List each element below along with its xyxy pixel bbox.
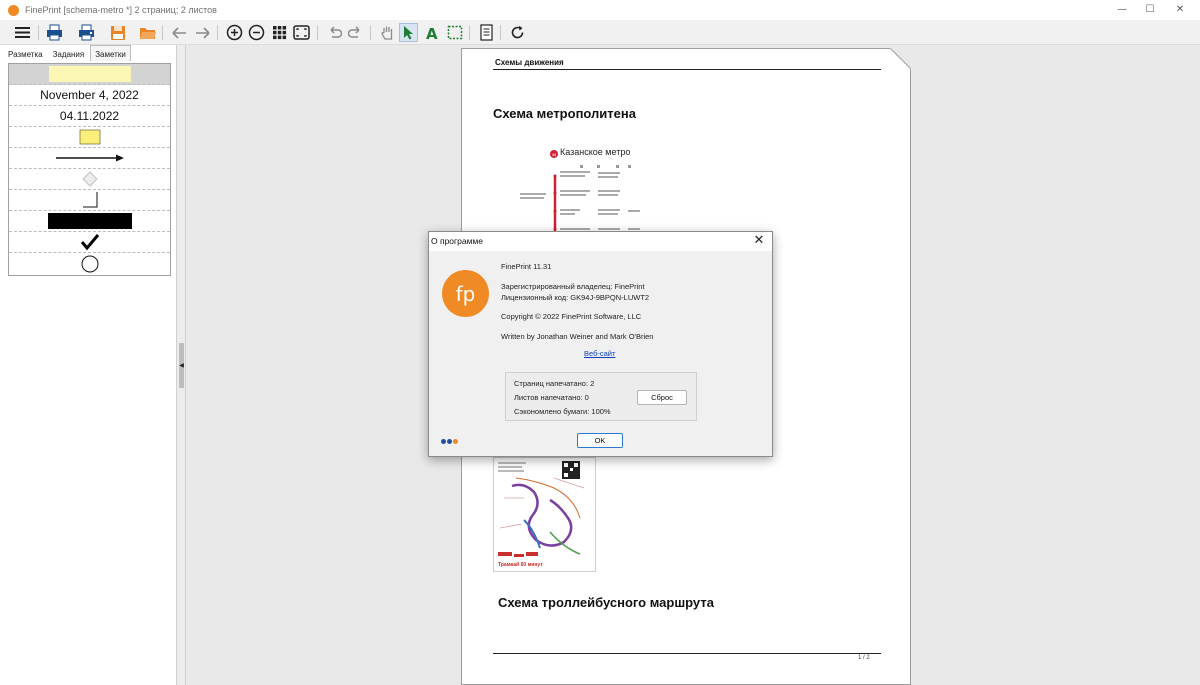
notes-list: November 4, 2022 04.11.2022	[8, 63, 171, 276]
marquee-select-icon[interactable]	[445, 23, 464, 42]
header-rule	[493, 69, 881, 70]
registered-owner: Зарегистрированный владелец: FinePrint	[501, 282, 645, 291]
fineprint-logo: fp	[442, 270, 489, 317]
toolbar-divider	[469, 25, 470, 40]
page-fold-icon	[890, 48, 911, 69]
pages-printed: Страниц напечатано: 2	[514, 379, 595, 388]
app-icon	[8, 4, 19, 16]
window-title: FinePrint [schema-metro *] 2 страниц; 2 …	[25, 5, 217, 15]
toolbar-divider	[38, 25, 39, 40]
fineprint-window: FinePrint [schema-metro *] 2 страниц; 2 …	[0, 0, 1200, 685]
website-link[interactable]: Веб-сайт	[584, 349, 615, 358]
fax-print-icon[interactable]	[77, 23, 96, 42]
print-icon[interactable]	[45, 23, 64, 42]
loading-dots	[441, 439, 459, 444]
dialog-close-icon[interactable]: ✕	[751, 233, 767, 249]
open-folder-icon[interactable]	[138, 23, 157, 42]
panel-tabs: Разметка Задания Заметки	[4, 45, 133, 63]
toolbar: A	[0, 20, 1200, 45]
zoom-in-icon[interactable]	[225, 23, 244, 42]
hand-tool-icon[interactable]	[378, 23, 397, 42]
arrow-stamp-icon	[55, 154, 124, 162]
undo-icon[interactable]	[325, 23, 344, 42]
list-item[interactable]	[9, 127, 170, 148]
forward-arrow-icon[interactable]	[193, 23, 212, 42]
diamond-icon	[81, 171, 98, 187]
reset-button[interactable]: Сброс	[637, 390, 687, 405]
list-item[interactable]	[9, 190, 170, 211]
dialog-title: О программе	[431, 236, 484, 246]
about-dialog: О программе ✕ fp FinePrint 11.31 Зарегис…	[428, 231, 773, 457]
fit-page-icon[interactable]	[292, 23, 311, 42]
grid-view-icon[interactable]	[270, 23, 289, 42]
list-item[interactable]: November 4, 2022	[9, 85, 170, 106]
toolbar-divider	[370, 25, 371, 40]
redaction-bar	[47, 213, 132, 229]
list-item[interactable]	[9, 64, 170, 85]
metro-map-title: Казанское метро	[560, 147, 631, 157]
redo-icon[interactable]	[346, 23, 365, 42]
select-arrow-icon[interactable]	[399, 23, 418, 42]
ok-button[interactable]: OK	[577, 433, 623, 448]
trolley-heading: Схема троллейбусного маршрута	[498, 595, 714, 610]
zoom-out-icon[interactable]	[247, 23, 266, 42]
svg-text:м: м	[552, 153, 556, 159]
tab-jobs[interactable]: Задания	[49, 47, 89, 61]
page-setup-icon[interactable]	[477, 23, 496, 42]
toolbar-divider	[500, 25, 501, 40]
license-code: Лицензионный код: GK94J-9BPQN-LUWT2	[501, 293, 650, 302]
list-item[interactable]	[9, 148, 170, 169]
list-item[interactable]	[9, 211, 170, 232]
text-tool-icon[interactable]: A	[422, 23, 441, 42]
minimize-button[interactable]: —	[1114, 2, 1130, 18]
left-panel: Разметка Задания Заметки November 4, 202…	[0, 45, 176, 685]
refresh-icon[interactable]	[508, 23, 527, 42]
dot-icon	[447, 439, 452, 444]
panel-splitter[interactable]: ◀	[176, 45, 186, 685]
close-button[interactable]: ✕	[1172, 2, 1188, 18]
dot-icon	[453, 439, 458, 444]
tram-map-caption: Трамвай 60 минут	[498, 562, 543, 568]
save-icon[interactable]	[108, 23, 127, 42]
copyright-text: Copyright © 2022 FinePrint Software, LLC	[501, 312, 642, 321]
dot-icon	[441, 439, 446, 444]
menu-icon[interactable]	[13, 23, 32, 42]
list-item[interactable]	[9, 169, 170, 190]
sticky-note-icon	[79, 129, 100, 145]
metro-map-image: м Казанское метро	[518, 141, 678, 233]
sheets-printed: Листов напечатано: 0	[514, 393, 589, 402]
page-header: Схемы движения	[495, 58, 564, 67]
logo-text: fp	[455, 281, 476, 306]
svg-text:A: A	[426, 25, 438, 41]
toolbar-divider	[217, 25, 218, 40]
list-item[interactable]	[9, 232, 170, 253]
paper-saved: Сэкономлено бумаги: 100%	[514, 407, 611, 416]
circle-icon	[81, 255, 98, 272]
corner-line-icon	[82, 192, 97, 208]
page-number: 1 / 2	[858, 655, 870, 661]
tab-notes[interactable]: Заметки	[90, 45, 131, 61]
toolbar-divider	[162, 25, 163, 40]
footer-rule	[493, 653, 881, 654]
back-arrow-icon[interactable]	[170, 23, 189, 42]
date-stamp-short: 04.11.2022	[59, 109, 120, 123]
yellow-highlight-stamp	[48, 66, 131, 82]
authors-text: Written by Jonathan Weiner and Mark O'Br…	[501, 332, 654, 341]
date-stamp-long: November 4, 2022	[40, 88, 139, 102]
tab-markup[interactable]: Разметка	[4, 47, 47, 61]
dialog-title-bar: О программе ✕	[429, 232, 772, 251]
product-version: FinePrint 11.31	[501, 262, 552, 271]
collapse-panel-button[interactable]: ◀	[179, 343, 184, 388]
checkmark-icon	[80, 234, 99, 251]
list-item[interactable]: 04.11.2022	[9, 106, 170, 127]
toolbar-divider	[317, 25, 318, 40]
print-stats-box: Страниц напечатано: 2 Листов напечатано:…	[505, 372, 697, 421]
title-bar: FinePrint [schema-metro *] 2 страниц; 2 …	[0, 0, 1200, 20]
tram-map-image: Трамвай 60 минут	[493, 457, 596, 572]
list-item[interactable]	[9, 253, 170, 274]
metro-heading: Схема метрополитена	[493, 106, 636, 121]
maximize-button[interactable]: ☐	[1142, 2, 1158, 18]
